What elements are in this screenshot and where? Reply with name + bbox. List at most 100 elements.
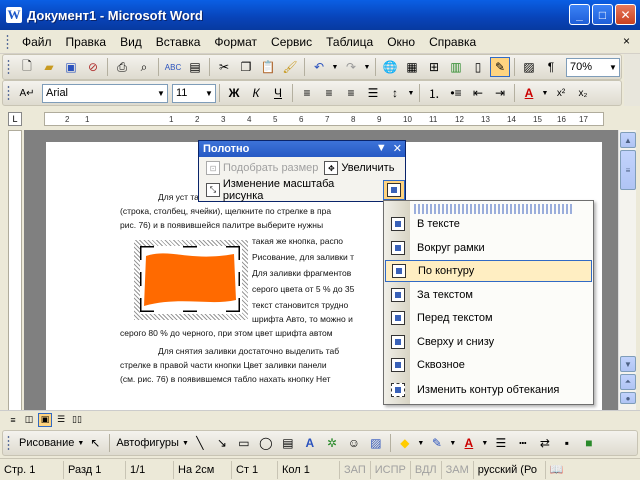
grip-handle-icon[interactable] [7,435,10,451]
canvas-toolbar-header[interactable]: Полотно ▼ ✕ [199,141,405,157]
menu-file[interactable]: Файл [15,33,59,51]
text-wrapping-button[interactable] [383,180,405,200]
font-size-combo[interactable]: 11 ▼ [172,83,216,103]
fill-color-icon[interactable]: ◆ [395,433,415,453]
status-ovr[interactable]: ЗАМ [442,460,474,479]
shadow-icon[interactable]: ▪ [557,433,577,453]
expand-button[interactable]: ✥ Увеличить [321,158,397,178]
chevron-down-icon[interactable]: ▼ [607,59,619,76]
align-left-icon[interactable]: ≡ [297,83,317,103]
chevron-down-icon[interactable]: ▼ [155,85,167,102]
superscript-icon[interactable]: x² [551,83,571,103]
bullets-icon[interactable]: •≡ [446,83,466,103]
drawing-icon[interactable]: ✎ [490,57,510,77]
font-color-draw-icon[interactable]: A [459,433,479,453]
diagram-icon[interactable]: ✲ [322,433,342,453]
italic-button[interactable]: К [246,83,266,103]
show-hide-icon[interactable]: ¶ [541,57,561,77]
save-icon[interactable]: ▣ [61,57,81,77]
picture-icon[interactable]: ▨ [366,433,386,453]
styles-icon[interactable]: A↵ [17,83,37,103]
insert-table-icon[interactable]: ⊞ [424,57,444,77]
wrap-behind-item[interactable]: За текстом [385,284,592,306]
insert-excel-icon[interactable]: ▥ [446,57,466,77]
select-objects-icon[interactable]: ↖ [85,433,105,453]
web-view-icon[interactable]: ◫ [22,413,36,427]
decrease-indent-icon[interactable]: ⇤ [468,83,488,103]
minimize-button[interactable]: _ [569,4,590,25]
underline-button[interactable]: Ч [268,83,288,103]
zoom-combo[interactable]: 70% ▼ [566,57,620,77]
menu-table[interactable]: Таблица [319,33,380,51]
document-map-icon[interactable]: ▨ [519,57,539,77]
align-center-icon[interactable]: ≡ [319,83,339,103]
wrap-front-item[interactable]: Перед текстом [385,307,592,329]
increase-indent-icon[interactable]: ⇥ [490,83,510,103]
menu-tools[interactable]: Сервис [264,33,319,51]
tab-selector-icon[interactable]: L [8,112,22,126]
line-style-icon[interactable]: ☰ [491,433,511,453]
status-language[interactable]: русский (Ро [474,460,546,479]
bold-button[interactable]: Ж [224,83,244,103]
line-color-dropdown-icon[interactable]: ▼ [449,433,457,453]
font-combo[interactable]: Arial ▼ [42,83,168,103]
toolbar-options-icon[interactable]: ▼ [376,142,387,155]
horizontal-ruler[interactable]: 1 2 1 2 3 4 5 6 7 8 9 10 11 12 13 14 15 … [44,112,604,126]
grip-handle-icon[interactable] [6,33,9,50]
edit-wrap-points-item[interactable]: Изменить контур обтекания [385,379,592,401]
orange-wave-shape[interactable] [140,246,240,312]
scale-drawing-button[interactable]: ⤡ Изменение масштаба рисунка [203,178,379,202]
new-document-icon[interactable]: 🗋 [17,57,37,77]
wordart-icon[interactable]: A [300,433,320,453]
columns-icon[interactable]: ▯ [468,57,488,77]
line-color-icon[interactable]: ✎ [427,433,447,453]
oval-icon[interactable]: ◯ [256,433,276,453]
dash-style-icon[interactable]: ┅ [513,433,533,453]
print-layout-icon[interactable]: ▣ [38,412,52,427]
3d-icon[interactable]: ■ [579,433,599,453]
draw-menu-button[interactable]: Рисование [16,437,77,449]
menu-window[interactable]: Окно [380,33,422,51]
undo-dropdown-icon[interactable]: ▼ [331,57,339,77]
word-app-icon[interactable]: W [6,7,22,23]
autoshapes-button[interactable]: Автофигуры [113,437,182,449]
menu-help[interactable]: Справка [422,33,483,51]
chevron-down-icon[interactable]: ▼ [77,440,84,447]
numbering-icon[interactable]: ⒈ [424,83,444,103]
arrow-style-icon[interactable]: ⇄ [535,433,555,453]
paste-icon[interactable]: 📋 [258,57,278,77]
textbox-icon[interactable]: ▤ [278,433,298,453]
copy-icon[interactable]: ❐ [236,57,256,77]
outline-view-icon[interactable]: ☰ [54,413,68,427]
tables-borders-icon[interactable]: ▦ [402,57,422,77]
previous-page-icon[interactable]: ⏶ [620,374,636,390]
line-spacing-dropdown-icon[interactable]: ▼ [407,83,415,103]
line-spacing-icon[interactable]: ↕ [385,83,405,103]
print-icon[interactable]: ⎙ [112,57,132,77]
status-trk[interactable]: ИСПР [371,460,411,479]
format-painter-icon[interactable]: 🖌 [280,57,300,77]
menu-insert[interactable]: Вставка [149,33,208,51]
permission-icon[interactable]: ⊘ [83,57,103,77]
vertical-ruler[interactable] [8,130,22,412]
chevron-down-icon[interactable]: ▼ [203,85,215,102]
redo-dropdown-icon[interactable]: ▼ [363,57,371,77]
fill-dropdown-icon[interactable]: ▼ [417,433,425,453]
menu-view[interactable]: Вид [113,33,149,51]
status-rec[interactable]: ЗАП [340,460,371,479]
font-color-icon[interactable]: A [519,83,539,103]
chevron-down-icon[interactable]: ▼ [182,440,189,447]
hyperlink-icon[interactable]: 🌐 [380,57,400,77]
close-icon[interactable]: ✕ [393,142,402,155]
clipart-icon[interactable]: ☺ [344,433,364,453]
close-document-icon[interactable]: × [623,34,630,48]
font-color-dropdown-icon[interactable]: ▼ [541,83,549,103]
status-ext[interactable]: ВДЛ [411,460,442,479]
scroll-up-icon[interactable]: ▲ [620,132,636,148]
line-icon[interactable]: ╲ [190,433,210,453]
scroll-thumb[interactable]: ≡ [620,150,636,190]
wrap-top-bottom-item[interactable]: Сверху и снизу [385,331,592,353]
research-icon[interactable]: ▤ [185,57,205,77]
maximize-button[interactable]: □ [592,4,613,25]
subscript-icon[interactable]: x₂ [573,83,593,103]
